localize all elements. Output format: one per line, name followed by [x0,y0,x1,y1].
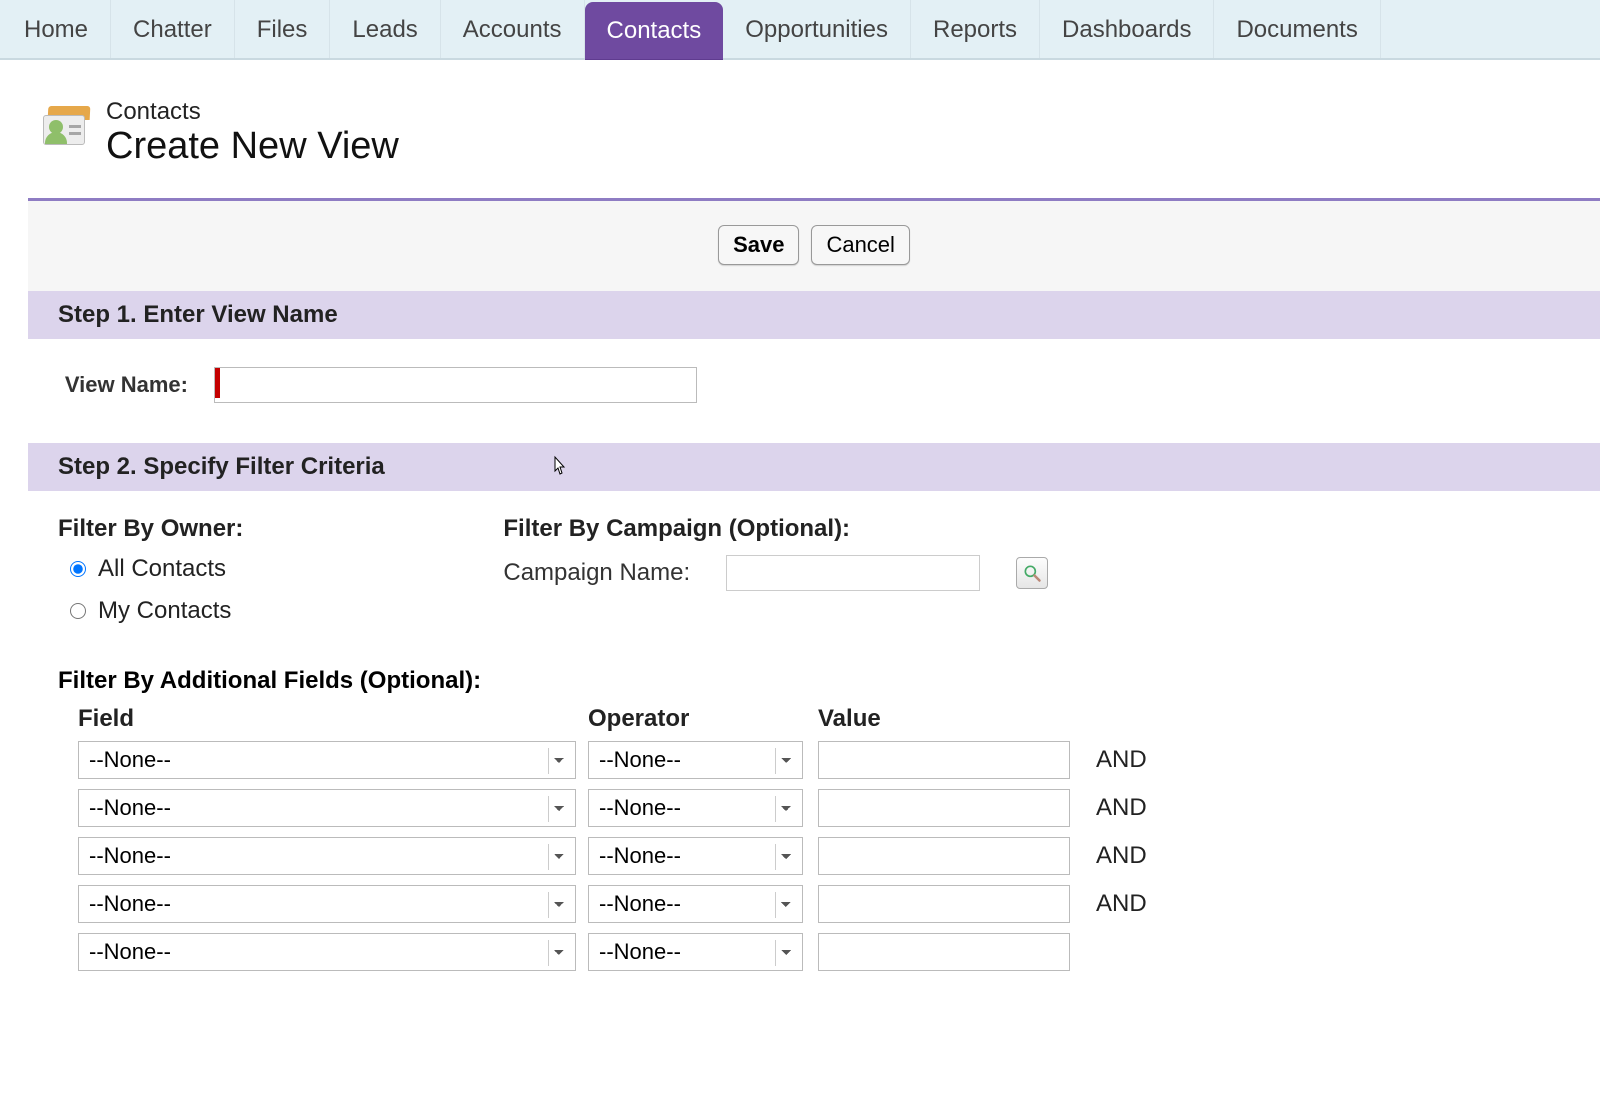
tab-chatter[interactable]: Chatter [111,0,235,60]
step1-body: View Name: [28,339,1600,443]
operator-select[interactable]: --None-- [588,933,803,971]
value-input[interactable] [818,885,1070,923]
filter-criteria-row: --None-- --None-- AND [58,885,1570,923]
value-input[interactable] [818,837,1070,875]
operator-select[interactable]: --None-- [588,789,803,827]
col-value-header: Value [818,705,1078,733]
operator-select[interactable]: --None-- [588,885,803,923]
campaign-lookup-button[interactable] [1016,557,1048,589]
action-buttons-row: Save Cancel [28,201,1600,291]
filter-by-owner-section: Filter By Owner: All Contacts My Contact… [58,515,243,639]
and-conjunction: AND [1078,842,1158,870]
and-conjunction: AND [1078,746,1158,774]
tab-opportunities[interactable]: Opportunities [723,0,911,60]
field-select[interactable]: --None-- [78,933,576,971]
cancel-button[interactable]: Cancel [811,225,909,265]
filter-table-headers: Field Operator Value [58,701,1570,741]
tab-documents[interactable]: Documents [1214,0,1380,60]
filter-criteria-row: --None-- --None-- [58,933,1570,971]
field-select[interactable]: --None-- [78,741,576,779]
search-icon [1022,563,1042,583]
owner-my-contacts-input[interactable] [70,603,86,619]
owner-all-contacts-input[interactable] [70,561,86,577]
filter-criteria-row: --None-- --None-- AND [58,741,1570,779]
col-field-header: Field [78,705,588,733]
value-input[interactable] [818,789,1070,827]
view-name-input[interactable] [220,368,696,402]
field-select[interactable]: --None-- [78,837,576,875]
campaign-name-label: Campaign Name: [503,559,690,587]
col-operator-header: Operator [588,705,818,733]
main-nav-tabs: Home Chatter Files Leads Accounts Contac… [0,0,1600,62]
contacts-icon [36,98,92,154]
filter-by-owner-label: Filter By Owner: [58,515,243,543]
field-select[interactable]: --None-- [78,789,576,827]
owner-all-contacts-radio[interactable]: All Contacts [70,555,243,583]
tab-reports[interactable]: Reports [911,0,1040,60]
page-header: Contacts Create New View [0,62,1600,198]
content-panel: Save Cancel Step 1. Enter View Name View… [28,198,1600,971]
value-input[interactable] [818,933,1070,971]
operator-select[interactable]: --None-- [588,741,803,779]
view-name-label: View Name: [58,372,188,398]
and-conjunction: AND [1078,794,1158,822]
filter-by-campaign-label: Filter By Campaign (Optional): [503,515,1048,543]
tab-files[interactable]: Files [235,0,331,60]
filter-criteria-row: --None-- --None-- AND [58,789,1570,827]
step1-header: Step 1. Enter View Name [28,291,1600,339]
and-conjunction: AND [1078,890,1158,918]
step2-body: Filter By Owner: All Contacts My Contact… [28,491,1600,971]
filter-by-campaign-section: Filter By Campaign (Optional): Campaign … [503,515,1048,639]
tab-leads[interactable]: Leads [330,0,440,60]
operator-select[interactable]: --None-- [588,837,803,875]
tab-contacts[interactable]: Contacts [585,2,724,60]
header-entity-label: Contacts [106,98,399,126]
tab-dashboards[interactable]: Dashboards [1040,0,1214,60]
owner-all-contacts-label: All Contacts [98,555,226,583]
tab-accounts[interactable]: Accounts [441,0,585,60]
filter-criteria-row: --None-- --None-- AND [58,837,1570,875]
value-input[interactable] [818,741,1070,779]
field-select[interactable]: --None-- [78,885,576,923]
save-button[interactable]: Save [718,225,799,265]
owner-my-contacts-radio[interactable]: My Contacts [70,597,243,625]
tab-home[interactable]: Home [2,0,111,60]
campaign-name-input[interactable] [726,555,980,591]
filter-additional-label: Filter By Additional Fields (Optional): [58,667,1570,695]
step2-header: Step 2. Specify Filter Criteria [28,443,1600,491]
owner-my-contacts-label: My Contacts [98,597,231,625]
page-title: Create New View [106,126,399,168]
